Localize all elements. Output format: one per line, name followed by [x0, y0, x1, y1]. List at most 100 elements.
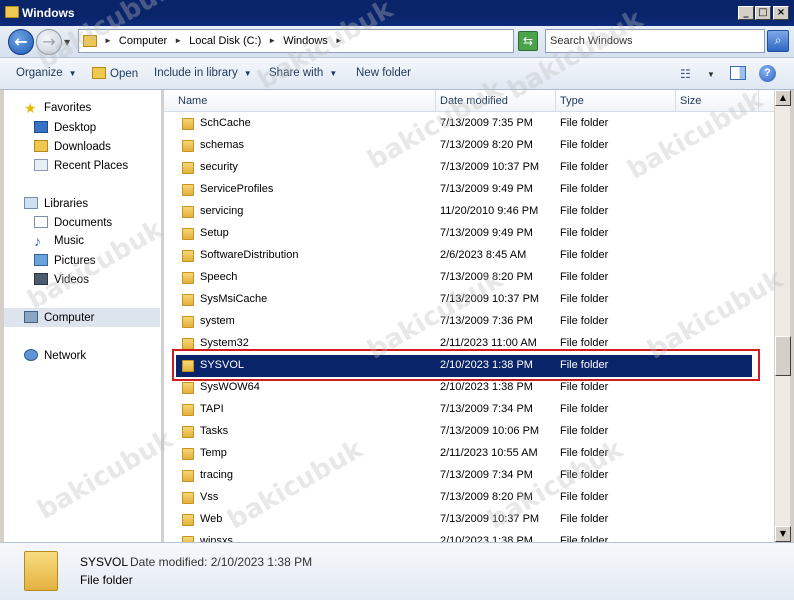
organize-label: Organize: [16, 67, 63, 79]
libraries-icon: [24, 197, 38, 209]
breadcrumb-local-disk[interactable]: Local Disk (C:): [189, 35, 261, 47]
date-modified-cell: 7/13/2009 9:49 PM: [440, 183, 533, 195]
nav-videos-label: Videos: [54, 274, 89, 286]
chevron-right-icon[interactable]: ►: [265, 35, 279, 47]
table-row[interactable]: SysMsiCache 7/13/2009 10:37 PM File folder: [176, 289, 752, 311]
folder-icon: [182, 118, 194, 130]
nav-documents[interactable]: Documents: [34, 216, 112, 229]
nav-network[interactable]: Network: [24, 349, 86, 362]
open-label: Open: [110, 68, 139, 80]
column-divider[interactable]: [758, 90, 759, 112]
documents-icon: [34, 216, 48, 228]
table-row[interactable]: Temp 2/11/2023 10:55 AM File folder: [176, 443, 752, 465]
nav-music[interactable]: ♪ Music: [34, 234, 84, 248]
table-row[interactable]: Tasks 7/13/2009 10:06 PM File folder: [176, 421, 752, 443]
help-icon[interactable]: ?: [759, 65, 776, 82]
open-button[interactable]: Open: [92, 67, 138, 80]
table-row[interactable]: winsxs 2/10/2023 1:38 PM File folder: [176, 531, 752, 542]
views-icon[interactable]: ☷: [680, 67, 691, 81]
address-bar[interactable]: ► Computer ► Local Disk (C:) ► Windows ►: [78, 29, 514, 53]
annotation-highlight-box: [172, 349, 760, 381]
column-divider[interactable]: [435, 90, 436, 112]
scroll-down-button[interactable]: ▼: [775, 526, 791, 542]
close-button[interactable]: ×: [773, 6, 789, 20]
column-divider[interactable]: [675, 90, 676, 112]
title-bar: Windows _ □ ×: [0, 0, 794, 26]
table-row[interactable]: SchCache 7/13/2009 7:35 PM File folder: [176, 113, 752, 135]
date-modified-cell: 7/13/2009 10:37 PM: [440, 513, 540, 525]
table-row[interactable]: Setup 7/13/2009 9:49 PM File folder: [176, 223, 752, 245]
date-modified-cell: 7/13/2009 8:20 PM: [440, 139, 533, 151]
date-modified-cell: 7/13/2009 7:35 PM: [440, 117, 533, 129]
nav-favorites[interactable]: ★ Favorites: [24, 101, 92, 116]
file-name-cell: SchCache: [200, 117, 251, 129]
table-row[interactable]: schemas 7/13/2009 8:20 PM File folder: [176, 135, 752, 157]
file-name-cell: schemas: [200, 139, 245, 151]
maximize-button[interactable]: □: [755, 6, 771, 20]
address-bar-row: ← → ▼ ► Computer ► Local Disk (C:) ► Win…: [0, 26, 794, 58]
search-icon[interactable]: ⌕: [767, 30, 789, 52]
type-cell: File folder: [560, 315, 609, 327]
table-row[interactable]: system 7/13/2009 7:36 PM File folder: [176, 311, 752, 333]
folder-icon: [182, 316, 194, 328]
scroll-up-button[interactable]: ▲: [775, 90, 791, 106]
organize-button[interactable]: Organize ▼: [16, 67, 77, 79]
nav-desktop[interactable]: Desktop: [34, 121, 96, 134]
table-row[interactable]: Web 7/13/2009 10:37 PM File folder: [176, 509, 752, 531]
scroll-thumb[interactable]: [775, 336, 791, 376]
chevron-right-icon[interactable]: ►: [101, 35, 115, 47]
table-row[interactable]: Speech 7/13/2009 8:20 PM File folder: [176, 267, 752, 289]
chevron-down-icon[interactable]: ▼: [707, 70, 715, 79]
breadcrumb-windows[interactable]: Windows: [283, 35, 328, 47]
pictures-icon: [34, 254, 48, 266]
table-row[interactable]: Vss 7/13/2009 8:20 PM File folder: [176, 487, 752, 509]
computer-icon: [24, 311, 38, 323]
search-box[interactable]: [545, 29, 765, 53]
nav-computer[interactable]: Computer: [24, 311, 95, 324]
minimize-button[interactable]: _: [738, 6, 754, 20]
date-modified-cell: 2/11/2023 10:55 AM: [440, 447, 538, 459]
recent-pages-dropdown[interactable]: ▼: [64, 38, 70, 47]
share-with-button[interactable]: Share with ▼: [269, 67, 337, 79]
preview-pane-icon[interactable]: [730, 66, 746, 80]
table-row[interactable]: tracing 7/13/2009 7:34 PM File folder: [176, 465, 752, 487]
folder-icon: [182, 162, 194, 174]
nav-libraries[interactable]: Libraries: [24, 197, 88, 210]
nav-videos[interactable]: Videos: [34, 273, 89, 286]
forward-button[interactable]: →: [36, 29, 62, 55]
back-button[interactable]: ←: [8, 29, 34, 55]
table-row[interactable]: security 7/13/2009 10:37 PM File folder: [176, 157, 752, 179]
table-row[interactable]: TAPI 7/13/2009 7:34 PM File folder: [176, 399, 752, 421]
folder-icon: [182, 184, 194, 196]
nav-favorites-label: Favorites: [44, 102, 92, 114]
column-header-name[interactable]: Name: [178, 95, 207, 107]
search-input[interactable]: [550, 31, 760, 51]
vertical-scrollbar[interactable]: ▲ ▼: [774, 90, 791, 542]
folder-icon: [182, 448, 194, 460]
type-cell: File folder: [560, 271, 609, 283]
new-folder-button[interactable]: New folder: [356, 67, 411, 79]
include-in-library-button[interactable]: Include in library ▼: [154, 67, 252, 79]
videos-icon: [34, 273, 48, 285]
nav-network-label: Network: [44, 350, 87, 362]
nav-downloads[interactable]: Downloads: [34, 140, 111, 153]
column-header-type[interactable]: Type: [560, 95, 584, 107]
type-cell: File folder: [560, 535, 609, 542]
type-cell: File folder: [560, 227, 609, 239]
chevron-right-icon[interactable]: ►: [332, 35, 346, 47]
type-cell: File folder: [560, 469, 609, 481]
nav-recent-places-label: Recent Places: [54, 160, 129, 172]
table-row[interactable]: SoftwareDistribution 2/6/2023 8:45 AM File…: [176, 245, 752, 267]
breadcrumb-computer[interactable]: Computer: [119, 35, 167, 47]
refresh-button[interactable]: ⇆: [518, 31, 538, 51]
column-header-size[interactable]: Size: [680, 95, 701, 107]
nav-recent-places[interactable]: Recent Places: [34, 159, 128, 172]
nav-pictures[interactable]: Pictures: [34, 254, 96, 267]
file-name-cell: Setup: [200, 227, 229, 239]
folder-icon: [182, 514, 194, 526]
column-divider[interactable]: [555, 90, 556, 112]
chevron-right-icon[interactable]: ►: [171, 35, 185, 47]
table-row[interactable]: ServiceProfiles 7/13/2009 9:49 PM File fol…: [176, 179, 752, 201]
table-row[interactable]: servicing 11/20/2010 9:46 PM File folder: [176, 201, 752, 223]
column-header-date-modified[interactable]: Date modified: [440, 95, 508, 107]
